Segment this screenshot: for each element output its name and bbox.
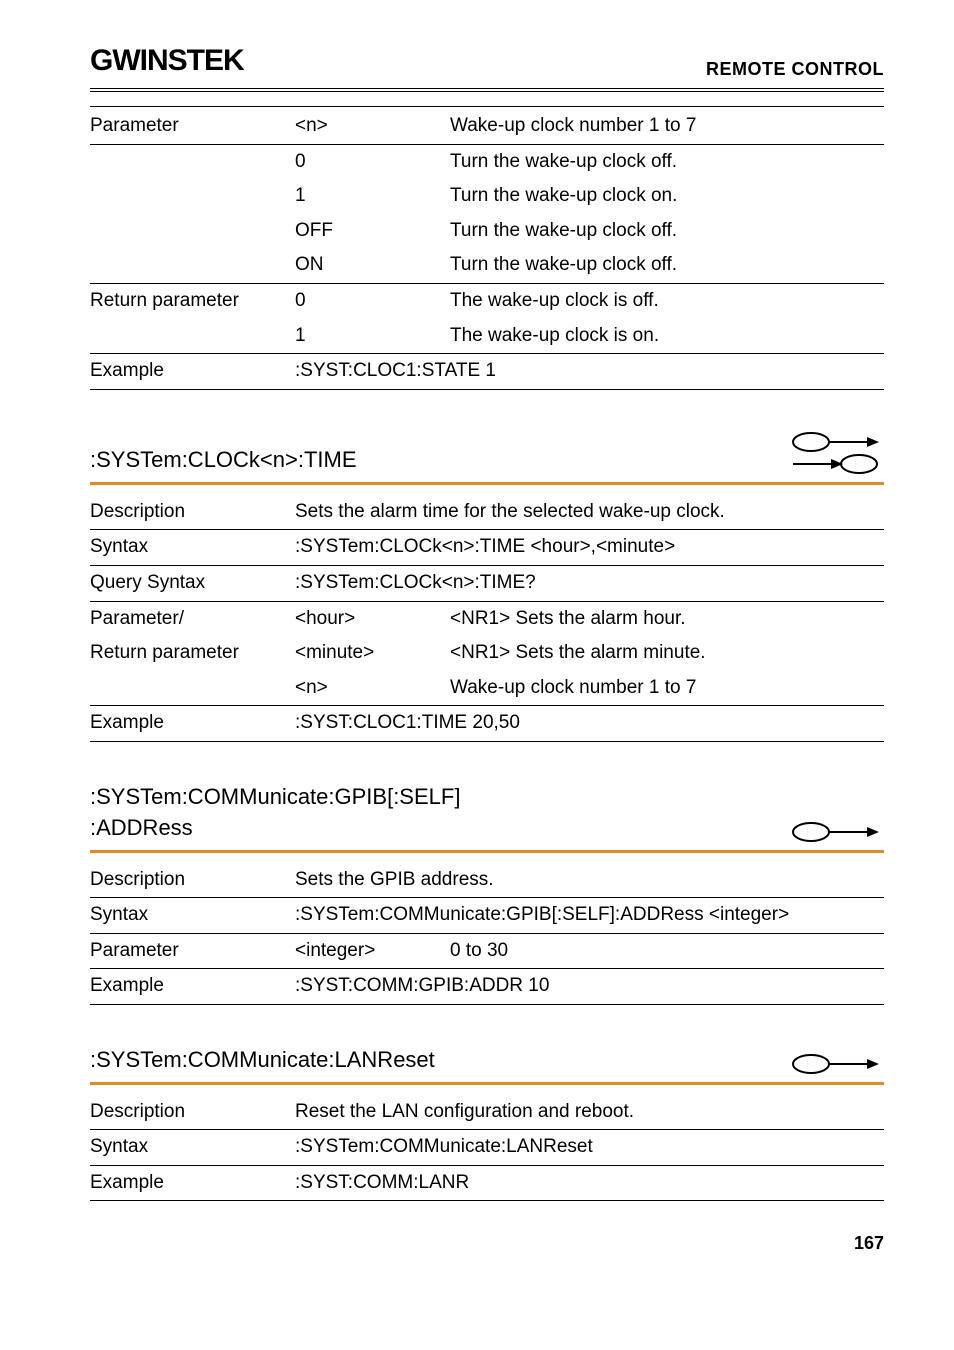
- header-title: REMOTE CONTROL: [706, 57, 884, 82]
- row-mid: 1: [295, 179, 450, 214]
- row-value: :SYSTem:CLOCk<n>:TIME <hour>,<minute>: [295, 530, 884, 566]
- row-mid: <n>: [295, 671, 450, 706]
- row-label: [90, 144, 295, 179]
- row-label: Return parameter: [90, 636, 295, 671]
- row-example: :SYST:CLOC1:STATE 1: [295, 354, 884, 390]
- row-mid: <n>: [295, 109, 450, 144]
- row-example: :SYST:COMM:LANR: [295, 1165, 884, 1201]
- row-desc: Turn the wake-up clock off.: [450, 144, 884, 179]
- section-heading-gpib-line2: :ADDRess: [90, 813, 884, 850]
- row-mid: OFF: [295, 214, 450, 249]
- page-number: 167: [90, 1231, 884, 1256]
- param-table-2: Description Sets the alarm time for the …: [90, 495, 884, 742]
- row-desc: Turn the wake-up clock on.: [450, 179, 884, 214]
- row-label: Return parameter: [90, 283, 295, 318]
- row-value: :SYSTem:COMMunicate:LANReset: [295, 1130, 884, 1166]
- page-header: GWINSTEK REMOTE CONTROL: [90, 40, 884, 92]
- row-label: Description: [90, 1095, 295, 1130]
- row-value: :SYSTem:CLOCk<n>:TIME?: [295, 565, 884, 601]
- row-label: Example: [90, 706, 295, 742]
- row-mid: <integer>: [295, 933, 450, 969]
- row-label: Example: [90, 354, 295, 390]
- section-heading-clock-time: :SYSTem:CLOCk<n>:TIME: [90, 400, 884, 482]
- row-label: Syntax: [90, 898, 295, 934]
- section-heading-lanreset: :SYSTem:COMMunicate:LANReset: [90, 1015, 884, 1082]
- row-label: [90, 179, 295, 214]
- row-mid: ON: [295, 248, 450, 283]
- logo-text: GWINSTEK: [90, 44, 244, 77]
- logo: GWINSTEK: [90, 40, 244, 82]
- row-mid: <minute>: [295, 636, 450, 671]
- row-desc: Wake-up clock number 1 to 7: [450, 671, 884, 706]
- row-desc: The wake-up clock is off.: [450, 283, 884, 318]
- row-label: Description: [90, 495, 295, 530]
- row-label: [90, 248, 295, 283]
- row-desc: Turn the wake-up clock off.: [450, 214, 884, 249]
- param-table-4: Description Reset the LAN configuration …: [90, 1095, 884, 1202]
- row-value: Sets the GPIB address.: [295, 863, 884, 898]
- row-mid: 1: [295, 319, 450, 354]
- row-mid: 0: [295, 144, 450, 179]
- param-table-3: Description Sets the GPIB address. Synta…: [90, 863, 884, 1005]
- row-mid: <hour>: [295, 601, 450, 636]
- row-example: :SYST:COMM:GPIB:ADDR 10: [295, 969, 884, 1005]
- heading-text: :SYSTem:COMMunicate:GPIB[:SELF]: [90, 782, 884, 813]
- set-icon: [789, 820, 884, 844]
- row-desc: The wake-up clock is on.: [450, 319, 884, 354]
- orange-rule: [90, 1082, 884, 1085]
- orange-rule: [90, 482, 884, 485]
- row-desc: Turn the wake-up clock off.: [450, 248, 884, 283]
- row-example: :SYST:CLOC1:TIME 20,50: [295, 706, 884, 742]
- row-desc: Wake-up clock number 1 to 7: [450, 109, 884, 144]
- row-label: [90, 319, 295, 354]
- heading-text: :SYSTem:COMMunicate:LANReset: [90, 1045, 789, 1076]
- row-label: Syntax: [90, 1130, 295, 1166]
- row-label: Parameter: [90, 933, 295, 969]
- orange-rule: [90, 850, 884, 853]
- row-value: Reset the LAN configuration and reboot.: [295, 1095, 884, 1130]
- row-value: :SYSTem:COMMunicate:GPIB[:SELF]:ADDRess …: [295, 898, 884, 934]
- row-value: Sets the alarm time for the selected wak…: [295, 495, 884, 530]
- row-desc: <NR1> Sets the alarm hour.: [450, 601, 884, 636]
- row-desc: 0 to 30: [450, 933, 884, 969]
- row-mid: 0: [295, 283, 450, 318]
- row-label: Query Syntax: [90, 565, 295, 601]
- row-label: Parameter: [90, 109, 295, 144]
- set-icon: [789, 1052, 884, 1076]
- row-label: Syntax: [90, 530, 295, 566]
- row-label: Example: [90, 969, 295, 1005]
- heading-text: :SYSTem:CLOCk<n>:TIME: [90, 445, 789, 476]
- row-label: [90, 671, 295, 706]
- top-rule: [90, 106, 884, 107]
- row-label: [90, 214, 295, 249]
- heading-text: :ADDRess: [90, 813, 789, 844]
- row-label: Description: [90, 863, 295, 898]
- section-heading-gpib-line1: :SYSTem:COMMunicate:GPIB[:SELF]: [90, 752, 884, 813]
- row-label: Example: [90, 1165, 295, 1201]
- param-table-1: Parameter <n> Wake-up clock number 1 to …: [90, 109, 884, 390]
- row-label: Parameter/: [90, 601, 295, 636]
- row-desc: <NR1> Sets the alarm minute.: [450, 636, 884, 671]
- set-query-icon: [789, 430, 884, 476]
